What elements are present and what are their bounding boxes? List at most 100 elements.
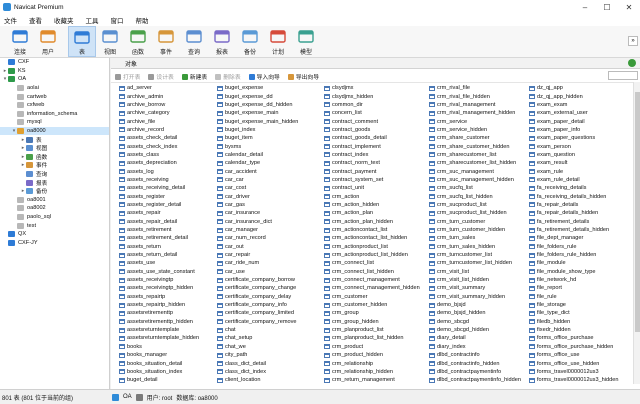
table-item[interactable]: crm_share_customer_hidden <box>429 142 525 150</box>
table-item[interactable]: crm_sharecustomer_list_hidden <box>429 159 525 167</box>
table-item[interactable]: crm_customer <box>324 293 420 301</box>
table-item[interactable]: crm_visit_summary <box>429 284 525 292</box>
table-item[interactable]: assets_repairtp <box>119 293 215 301</box>
table-item[interactable]: contract_index <box>324 151 420 159</box>
tree-item[interactable]: ▸ 事件 <box>0 161 109 170</box>
table-item[interactable]: crm_rival_file_hidden <box>429 92 525 100</box>
table-item[interactable]: fa_repair_details <box>529 201 625 209</box>
table-item[interactable]: crm_relationship <box>324 359 420 367</box>
table-item[interactable]: demo_sbcgd_hidden <box>429 326 525 334</box>
table-item[interactable]: demo_bjsjd <box>429 301 525 309</box>
tree-item[interactable]: ▸ 表 <box>0 135 109 144</box>
table-item[interactable]: document_log <box>429 384 525 387</box>
table-item[interactable]: concern_list <box>324 109 420 117</box>
table-item[interactable]: chat_setup <box>217 334 313 342</box>
table-item[interactable]: clsydjmx <box>324 84 420 92</box>
menu-view[interactable]: 查看 <box>29 15 42 25</box>
menu-favorites[interactable]: 收藏夹 <box>54 15 74 25</box>
table-item[interactable]: ad_server <box>119 84 215 92</box>
table-item[interactable]: forms_travel0000012us3 <box>529 368 625 376</box>
table-item[interactable]: class_dict_index <box>217 368 313 376</box>
table-item[interactable]: crm_rival_management_hidden <box>429 109 525 117</box>
table-item[interactable]: crm_sucfq_list_hidden <box>429 192 525 200</box>
table-item[interactable]: crm_action_plan_hidden <box>324 218 420 226</box>
object-toolbar-button[interactable]: 新建表 <box>181 72 207 81</box>
table-item[interactable]: assets_depreciation <box>119 159 215 167</box>
table-item[interactable]: assets_repair <box>119 209 215 217</box>
menu-help[interactable]: 帮助 <box>136 15 149 25</box>
table-item[interactable]: crm_group_hidden <box>324 318 420 326</box>
tree-item[interactable]: CXF <box>0 58 109 67</box>
table-item[interactable]: crm_connect_management_hidden <box>324 284 420 292</box>
table-item[interactable]: diary_detail <box>429 334 525 342</box>
table-item[interactable]: crm_suc_management_hidden <box>429 176 525 184</box>
search-input[interactable] <box>608 71 638 80</box>
table-item[interactable]: buget_detail <box>119 376 215 384</box>
table-item[interactable]: contract_goods_detail <box>324 134 420 142</box>
table-item[interactable]: chat <box>217 326 313 334</box>
table-item[interactable]: exam_external_user <box>529 109 625 117</box>
table-item[interactable]: forms_office_purchase <box>529 334 625 342</box>
table-item[interactable]: file_folders_rule_hidden <box>529 251 625 259</box>
table-item[interactable]: common_dir <box>324 101 420 109</box>
table-item[interactable]: filedb_hidden <box>529 318 625 326</box>
object-toolbar-button[interactable]: 删除表 <box>215 72 241 81</box>
table-item[interactable]: assets_return_detail <box>119 251 215 259</box>
table-item[interactable]: car_ride_num <box>217 259 313 267</box>
toolbar-overflow-button[interactable]: » <box>628 36 638 46</box>
table-item[interactable]: exam_rule_detail <box>529 176 625 184</box>
table-item[interactable]: crm_actionproduct_list <box>324 243 420 251</box>
table-item[interactable]: books_manager <box>119 351 215 359</box>
tree-item[interactable]: ▸ 函数 <box>0 153 109 162</box>
toolbar-button-table[interactable]: 表 <box>68 26 96 57</box>
toolbar-button-backup[interactable]: 备份 <box>236 26 264 57</box>
table-item[interactable]: contract_implement <box>324 142 420 150</box>
table-item[interactable]: assets_use <box>119 259 215 267</box>
toolbar-button-function[interactable]: 函数 <box>124 26 152 57</box>
tree-item[interactable]: oa8001 <box>0 196 109 205</box>
table-item[interactable]: car_insurance <box>217 209 313 217</box>
table-item[interactable]: certificate_company_borrow <box>217 276 313 284</box>
table-item[interactable]: assets_receivingtp_hidden <box>119 284 215 292</box>
table-item[interactable]: class_dict_detail <box>217 359 313 367</box>
tree-item[interactable]: oa8002 <box>0 204 109 213</box>
table-item[interactable]: crm_sucproduct_list_hidden <box>429 209 525 217</box>
table-item[interactable]: dlbd_contractpaymentinfo <box>429 368 525 376</box>
table-item[interactable]: file_dept_manager <box>529 234 625 242</box>
object-toolbar-button[interactable]: 导出向导 <box>287 72 319 81</box>
object-toolbar-button[interactable]: 设计表 <box>148 72 174 81</box>
table-item[interactable]: contract_comment <box>324 117 420 125</box>
table-item[interactable]: assetsreturntemplate <box>119 326 215 334</box>
table-item[interactable]: contract_unit <box>324 184 420 192</box>
table-item[interactable]: assets_register <box>119 192 215 200</box>
table-item[interactable]: crm_share_customer <box>429 134 525 142</box>
table-item[interactable]: clsydjmx_hidden <box>324 92 420 100</box>
table-item[interactable]: certificate_company_limited <box>217 309 313 317</box>
table-item[interactable]: crm_visit_summary_hidden <box>429 293 525 301</box>
table-item[interactable]: crm_actioncontact_list_hidden <box>324 234 420 242</box>
table-item[interactable]: car_num_record <box>217 234 313 242</box>
table-item[interactable]: buget_expense_dd <box>217 92 313 100</box>
table-item[interactable]: assets_register_detail <box>119 201 215 209</box>
tree-item[interactable]: ▸ 视图 <box>0 144 109 153</box>
table-item[interactable]: crm_turn_customer_hidden <box>429 226 525 234</box>
table-item[interactable]: crm_turncustomer_list <box>429 251 525 259</box>
table-item[interactable]: client_setup <box>217 384 313 387</box>
table-item[interactable]: dz_qj_app_hidden <box>529 92 625 100</box>
table-item[interactable]: certificate_company_remove <box>217 318 313 326</box>
table-item[interactable]: buget_expense <box>217 84 313 92</box>
toolbar-button-query[interactable]: 查询 <box>180 26 208 57</box>
table-item[interactable]: exam_person <box>529 142 625 150</box>
table-item[interactable]: exam_paper_detail <box>529 117 625 125</box>
table-item[interactable]: car_insurance_dict <box>217 218 313 226</box>
table-item[interactable]: exam_result <box>529 159 625 167</box>
object-toolbar-button[interactable]: 导入向导 <box>248 72 280 81</box>
table-item[interactable]: assets_repairtp_hidden <box>119 301 215 309</box>
table-item[interactable]: buget_index <box>217 126 313 134</box>
table-item[interactable]: dlbd_contractinfo <box>429 351 525 359</box>
minimize-icon[interactable]: – <box>574 0 596 14</box>
table-item[interactable]: exam_paper_info <box>529 126 625 134</box>
table-item[interactable]: fa_retirement_details <box>529 218 625 226</box>
table-item[interactable]: file_module_show_type <box>529 268 625 276</box>
table-item[interactable]: crm_connect_list <box>324 259 420 267</box>
